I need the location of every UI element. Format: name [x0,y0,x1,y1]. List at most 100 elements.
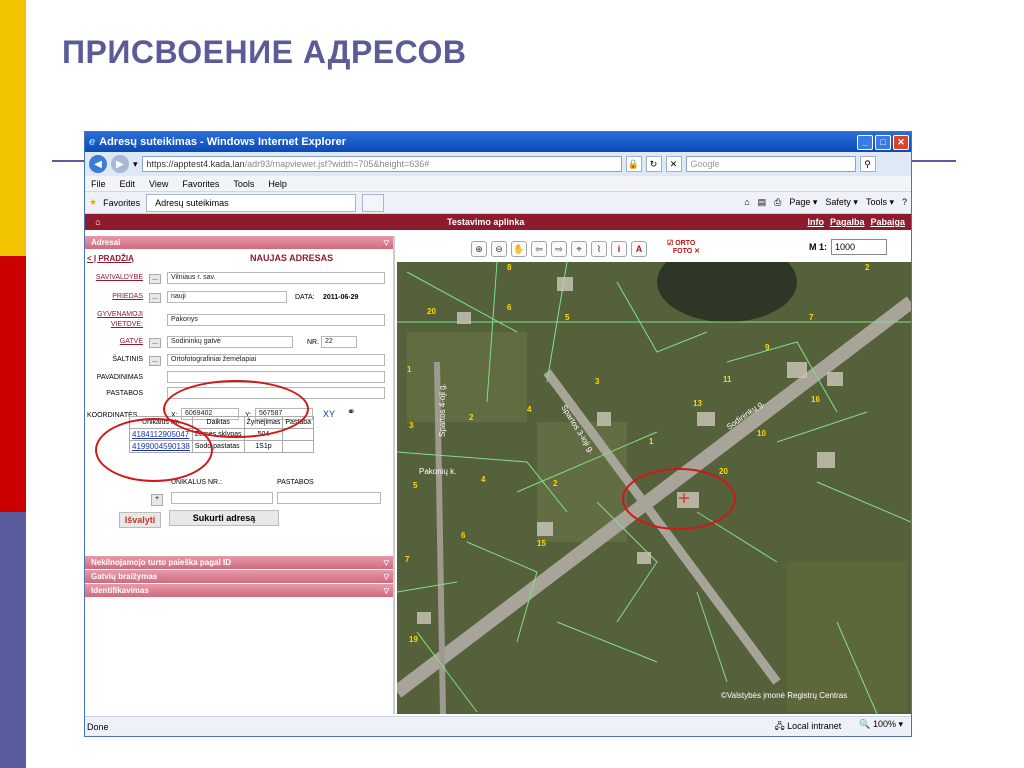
village-label: Pakonių k. [419,467,456,476]
yellow-stripe [0,0,26,256]
menu-edit[interactable]: Edit [120,179,136,189]
menu-bar: File Edit View Favorites Tools Help [85,176,911,192]
forward-icon[interactable]: ▶ [111,155,129,173]
back-to-start-link[interactable]: < Į PRADŽIĄ [87,254,134,263]
parcel-number: 3 [409,421,414,430]
zoom-out-icon[interactable]: ⊖ [491,241,507,257]
home-icon[interactable]: ⌂ [744,197,749,208]
panel-adresai[interactable]: Adresai ▽ [85,236,393,250]
menu-tools[interactable]: Tools [233,179,254,189]
maximize-button[interactable]: □ [875,134,891,150]
menu-file[interactable]: File [91,179,106,189]
priedas-label[interactable]: PRIEDAS [87,293,143,300]
pabaiga-link[interactable]: Pabaiga [870,217,905,227]
scale-input[interactable]: 1000 [831,239,887,255]
savivaldybe-field[interactable]: Vilniaus r. sav. [167,272,385,284]
pastabos2-field[interactable] [277,492,381,504]
nr-field[interactable]: 22 [321,336,357,348]
info-link[interactable]: Info [807,217,824,227]
menu-help[interactable]: Help [268,179,287,189]
zoom-control[interactable]: 🔍 100% ▾ [859,719,903,735]
pagalba-link[interactable]: Pagalba [830,217,865,227]
nr-label: NR. [307,339,320,346]
saltinis-field[interactable]: Ortofotografiniai žemėlapiai [167,354,385,366]
full-extent-icon[interactable]: ⌖ [571,241,587,257]
priedas-field[interactable]: nauji [167,291,287,303]
measure-icon[interactable]: ⌇ [591,241,607,257]
ortofoto-toggle[interactable]: ☑ ORTO FOTO ✕ [667,240,700,256]
gyvenamoji-label[interactable]: GYVENAMOJI [87,311,143,318]
savivaldybe-picker-button[interactable]: ... [149,274,161,284]
panel-gatviu[interactable]: Gatvių braižymas ▽ [85,570,393,584]
url-field[interactable]: https://apptest4.kada.lan/adr93/mapviewe… [141,156,622,172]
parcel-number: 20 [427,307,436,316]
create-address-button[interactable]: Sukurti adresą [169,510,279,526]
menu-view[interactable]: View [149,179,168,189]
unikalus-nr-field[interactable] [171,492,273,504]
history-dropdown-icon[interactable]: ▾ [133,159,138,170]
divider-line-left [52,160,86,162]
parcel-number: 2 [865,263,870,272]
parcel-number: 6 [507,303,512,312]
print-icon[interactable]: ⎙ [774,197,781,208]
pick-xy-button[interactable]: XY [323,409,335,419]
tab-adresu[interactable]: Adresų suteikimas [146,193,357,212]
gatve-field[interactable]: Sodininkų gatvė [167,336,293,348]
ie-logo-icon: e [89,136,96,148]
menu-favorites[interactable]: Favorites [182,179,219,189]
pavadinimas-label: PAVADINIMAS [96,374,143,381]
gyvenamoji-field[interactable]: Pakonys [167,314,385,326]
feeds-icon[interactable]: ▤ [758,197,767,208]
next-extent-icon[interactable]: ⇨ [551,241,567,257]
map-canvas[interactable]: 8 20 6 5 2 7 9 1 3 11 13 16 3 2 4 10 1 5… [397,262,911,714]
binoculars-icon[interactable]: ⚭ [347,407,355,418]
highlight-ellipse-table [95,418,213,482]
safety-menu[interactable]: Safety ▾ [825,197,858,208]
panel-identifikavimas[interactable]: Identifikavimas ▽ [85,584,393,598]
zoom-in-icon[interactable]: ⊕ [471,241,487,257]
app-home-icon[interactable]: ⌂ [85,217,111,227]
app-header: ⌂ Testavimo aplinka Info Pagalba Pabaiga [85,214,911,230]
pavadinimas-field[interactable] [167,371,385,383]
favorites-star-icon[interactable]: ★ [89,197,97,208]
search-input[interactable]: Google [685,156,856,172]
previous-extent-icon[interactable]: ⇦ [531,241,547,257]
close-button[interactable]: ✕ [893,134,909,150]
panel-nekilnojamo[interactable]: Nekilnojamojo turto paieška pagal ID ▽ [85,556,393,570]
parcel-number: 19 [409,635,418,644]
favorites-button[interactable]: Favorites [103,198,140,208]
map-copyright: ©Valstybės įmonė Registrų Centras [721,691,847,700]
priedas-picker-button[interactable]: ... [149,293,161,303]
clear-button[interactable]: Išvalyti [119,512,161,528]
parcel-number: 7 [809,313,814,322]
back-icon[interactable]: ◀ [89,155,107,173]
info-icon[interactable]: i [611,241,627,257]
label-icon[interactable]: A [631,241,647,257]
help-icon[interactable]: ? [902,197,907,208]
pan-hand-icon[interactable]: ✋ [511,241,527,257]
browser-titlebar: e Adresų suteikimas - Windows Internet E… [85,132,911,152]
gatve-picker-button[interactable]: ... [149,338,161,348]
new-tab-button[interactable] [362,193,385,212]
add-object-button[interactable]: + [151,494,163,506]
lock-icon[interactable]: 🔒 [625,156,642,172]
page-menu[interactable]: Page ▾ [789,197,817,208]
saltinis-picker-button[interactable]: ... [149,356,161,366]
pastabos-label: PASTABOS [106,390,143,397]
parcel-number: 1 [649,437,654,446]
gatve-label[interactable]: GATVĖ [87,338,143,345]
browser-window: e Adresų suteikimas - Windows Internet E… [84,131,912,737]
savivaldybe-label[interactable]: SAVIVALDYBĖ [87,274,143,281]
vietove-label[interactable]: VIETOVĖ: [87,321,143,328]
table-cell [282,440,315,453]
refresh-icon[interactable]: ↻ [645,156,662,172]
map-toolbar: ⊕ ⊖ ✋ ⇦ ⇨ ⌖ ⌇ i A ☑ ORTO FOTO ✕ M 1: 100… [397,236,911,262]
search-icon[interactable]: ⚲ [859,156,876,172]
orthophoto-map[interactable]: 8 20 6 5 2 7 9 1 3 11 13 16 3 2 4 10 1 5… [397,262,911,714]
stop-icon[interactable]: ✕ [665,156,682,172]
scale-label: M 1: [809,242,827,252]
tools-menu[interactable]: Tools ▾ [866,197,894,208]
form-title: NAUJAS ADRESAS [250,253,334,263]
parcel-number: 4 [527,405,532,414]
minimize-button[interactable]: _ [857,134,873,150]
